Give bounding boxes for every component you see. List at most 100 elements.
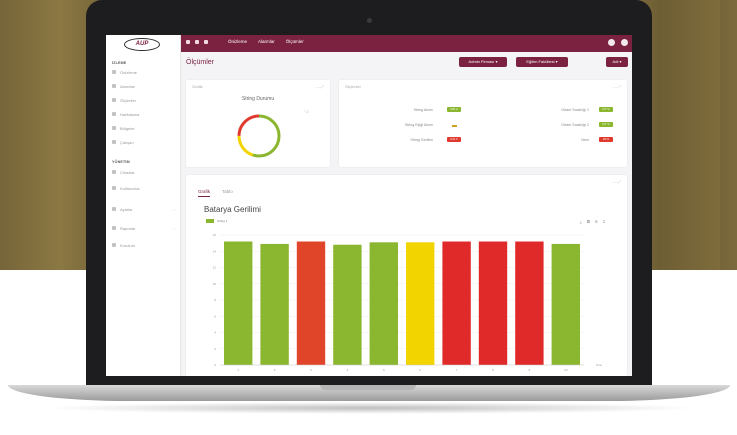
company-dropdown[interactable]: Admin Firması ▾ — [459, 57, 507, 67]
metric-badge: 0.0 °C — [599, 122, 613, 127]
chevron-right-icon: › — [173, 206, 175, 212]
report-icon — [112, 226, 116, 230]
bar[interactable] — [515, 241, 544, 366]
page-title: Ölçümler — [186, 59, 215, 66]
sidebar: AUP İZLEME Önizleme Alarmlar Ölçümler Ha… — [106, 35, 181, 376]
laptop-notch — [320, 385, 416, 390]
y-tick-label: 10 — [213, 282, 217, 286]
bar[interactable] — [296, 241, 326, 366]
olcumler-card: Ölçümler — ⤢ String Akımı 0.81 A String … — [339, 80, 627, 167]
top-bar: Önizleme Alarmlar Ölçümler — [106, 35, 632, 52]
olcumler-card-title: Ölçümler — [345, 84, 362, 89]
bar[interactable] — [260, 243, 289, 365]
flag-icon[interactable] — [195, 40, 199, 44]
x-tick-label: 9 — [529, 368, 531, 372]
bar[interactable] — [478, 241, 508, 366]
metric-badge: 20 % — [599, 137, 613, 142]
gear-icon — [112, 207, 116, 211]
metric-label: String Gerilimi — [410, 138, 433, 142]
x-tick-label: 4 — [347, 368, 349, 372]
sidebar-item-cihazlar[interactable]: Cihazlar — [112, 168, 178, 176]
donut-title: String Durumu — [241, 96, 275, 102]
x-tick-label: 1 — [237, 368, 239, 372]
settings-icon[interactable] — [608, 39, 615, 46]
metric-dash — [452, 125, 457, 127]
card-controls[interactable]: — ⤢ — [613, 84, 621, 89]
card-controls[interactable]: — ⤢ — [316, 84, 324, 89]
sidebar-item-kullanicilar[interactable]: Kullanıcılar — [112, 184, 178, 192]
metric-label: String Eşiği Akımı — [404, 123, 433, 127]
metric-badge: 0.0 °C — [599, 107, 613, 112]
user-avatar-icon[interactable] — [621, 39, 628, 46]
sidebar-section-yonetim: YÖNETİM — [112, 160, 130, 164]
grafik-card: Grafik — ⤢ String Durumu ▫ ⤓ — [186, 80, 330, 167]
y-tick-label: 8 — [214, 298, 216, 302]
logo: AUP — [124, 38, 160, 51]
x-tick-label: 3 — [310, 368, 312, 372]
metric-label: Nem — [581, 138, 589, 142]
top-menu: Önizleme Alarmlar Ölçümler — [228, 39, 304, 44]
metric-badge: 0.81 A — [447, 107, 461, 112]
y-tick-label: 16 — [213, 233, 217, 237]
grid-icon[interactable] — [204, 40, 208, 44]
y-tick-label: 6 — [214, 314, 216, 318]
y-tick-label: 12 — [213, 266, 217, 270]
sidebar-item-kurulum[interactable]: Kurulum — [112, 241, 178, 249]
sidebar-item-bolgeler[interactable]: Bölgeler — [112, 124, 178, 132]
alarm-icon — [112, 84, 116, 88]
sidebar-item-raporlar[interactable]: Raporlar › — [112, 224, 178, 232]
top-menu-onizleme[interactable]: Önizleme — [228, 39, 247, 44]
download-icon[interactable]: ▫ ⤓ — [304, 108, 308, 113]
sidebar-item-haritalama[interactable]: Haritalama — [112, 110, 178, 118]
string-status-donut — [237, 114, 281, 158]
y-tick-label: 14 — [213, 249, 217, 253]
sidebar-section-izleme: İZLEME — [112, 61, 127, 65]
x-tick-label: 2 — [274, 368, 276, 372]
laptop-shadow — [40, 402, 700, 414]
metric-label: Ortam Sıcaklığı 1 — [561, 108, 589, 112]
location-dropdown[interactable]: Eğitim Fakültesi ▾ — [516, 57, 568, 67]
name-dropdown[interactable]: Adi ▾ — [606, 57, 628, 67]
bar[interactable] — [442, 241, 471, 366]
sidebar-item-calisan[interactable]: Çalışan — [112, 138, 178, 146]
camera-dot — [367, 18, 372, 23]
topbar-right — [608, 39, 628, 46]
grafik-card-title: Grafik — [192, 84, 203, 89]
chevron-right-icon: › — [173, 225, 175, 231]
measure-icon — [112, 98, 116, 102]
menu-icon[interactable] — [186, 40, 190, 44]
x-tick-label: 10 — [564, 368, 568, 372]
worker-icon — [112, 140, 116, 144]
x-unit-label: Sıra — [596, 363, 602, 367]
user-icon — [112, 186, 116, 190]
sidebar-item-onizleme[interactable]: Önizleme — [112, 68, 178, 76]
map-icon — [112, 112, 116, 116]
sidebar-item-alarmlar[interactable]: Alarmlar — [112, 82, 178, 90]
chart-card: Grafik Tablo — ⤢ Batarya Gerilimi String… — [186, 175, 627, 376]
x-tick-label: 6 — [419, 368, 421, 372]
app-screen: Önizleme Alarmlar Ölçümler AUP İZLEME Ön… — [106, 35, 632, 376]
bar[interactable] — [369, 242, 398, 365]
y-tick-label: 2 — [214, 347, 216, 351]
dashboard-icon — [112, 70, 116, 74]
x-tick-label: 5 — [383, 368, 385, 372]
topbar-icons — [186, 40, 208, 44]
device-icon — [112, 170, 116, 174]
region-icon — [112, 126, 116, 130]
top-menu-alarmlar[interactable]: Alarmlar — [258, 39, 275, 44]
y-tick-label: 0 — [214, 363, 216, 367]
bar[interactable] — [406, 242, 435, 365]
sidebar-item-ayarlar[interactable]: Ayarlar › — [112, 205, 178, 213]
y-tick-label: 4 — [214, 331, 216, 335]
x-tick-label: 8 — [492, 368, 494, 372]
metric-label: Ortam Sıcaklığı 2 — [561, 123, 589, 127]
setup-icon — [112, 243, 116, 247]
sidebar-item-olcumler[interactable]: Ölçümler — [112, 96, 178, 104]
bar[interactable] — [224, 241, 253, 366]
bar[interactable] — [333, 244, 362, 365]
metric-badge: 0.01 V — [447, 137, 461, 142]
metric-label: String Akımı — [413, 108, 433, 112]
x-tick-label: 7 — [456, 368, 458, 372]
bar[interactable] — [551, 243, 580, 365]
top-menu-olcumler[interactable]: Ölçümler — [286, 39, 304, 44]
